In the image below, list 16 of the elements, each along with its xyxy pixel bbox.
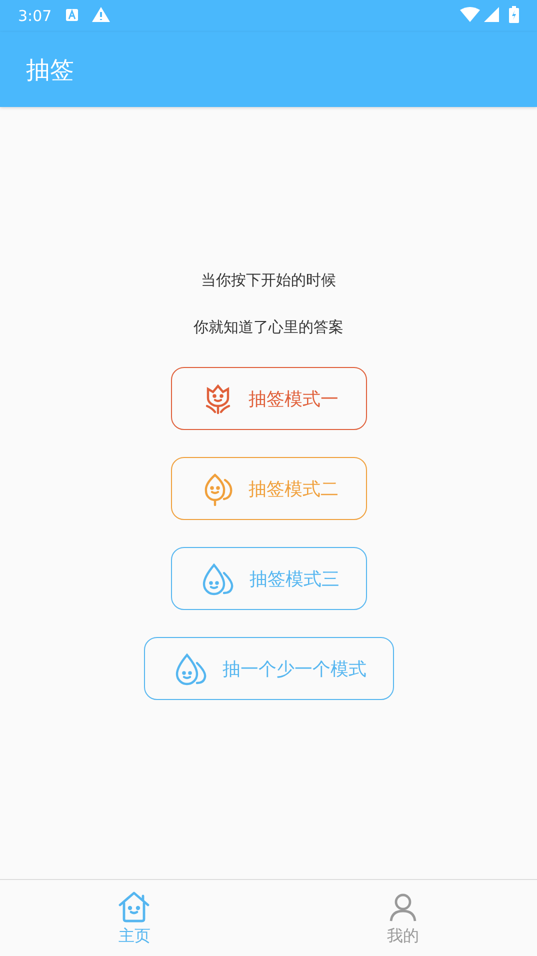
intro-text: 当你按下开始的时候 xyxy=(201,271,336,290)
battery-icon xyxy=(509,6,519,22)
home-icon xyxy=(117,890,152,924)
status-time: 3:07 xyxy=(18,7,52,25)
mode-button[interactable]: 抽签模式一 xyxy=(170,367,366,430)
intro-text: 你就知道了心里的答案 xyxy=(194,318,344,337)
nav-tab[interactable]: 我的 xyxy=(268,880,537,956)
mode-button[interactable]: 抽签模式三 xyxy=(170,547,366,610)
signal-icon xyxy=(484,6,499,22)
app-title: 抽签 xyxy=(26,54,74,86)
mode-button[interactable]: 抽签模式二 xyxy=(170,457,366,520)
warning-icon xyxy=(92,6,110,22)
mode-button[interactable]: 抽一个少一个模式 xyxy=(144,637,394,700)
notification-icon xyxy=(66,9,78,21)
wifi-icon xyxy=(460,6,480,22)
nav-tab[interactable]: 主页 xyxy=(0,880,268,956)
